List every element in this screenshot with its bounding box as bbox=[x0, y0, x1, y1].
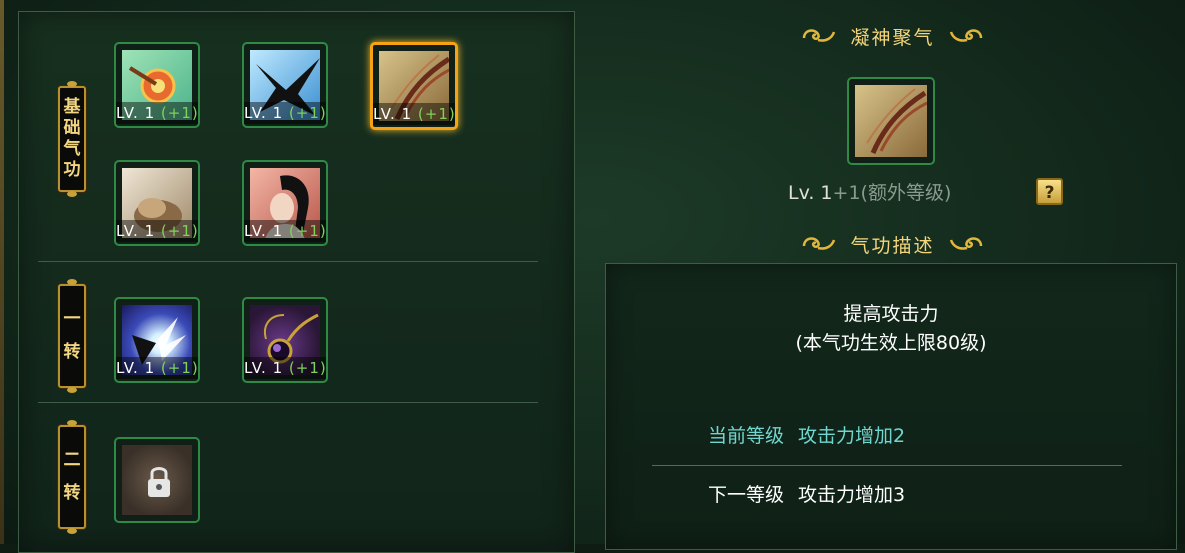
section-label-second-rebirth: 二 转 bbox=[58, 420, 86, 534]
skill-level: LV. 1 (+1) bbox=[116, 220, 199, 242]
skill-level: LV. 1 (+1) bbox=[116, 102, 199, 124]
skill-level: LV. 1 (+1) bbox=[244, 357, 327, 379]
current-level-effect: 当前等级 攻击力增加2 bbox=[708, 425, 906, 447]
skill-level: LV. 1 (+1) bbox=[244, 220, 327, 242]
next-level-effect: 下一等级 攻击力增加3 bbox=[708, 484, 906, 506]
description-title: 气功描述 bbox=[850, 234, 935, 257]
description-panel: 提高攻击力 (本气功生效上限80级) 当前等级 攻击力增加2 下一等级 攻击力增加3 bbox=[605, 263, 1177, 550]
skill-level: LV. 1 (+1) bbox=[244, 102, 327, 124]
section-label-first-rebirth: 一 转 bbox=[58, 279, 86, 393]
skill-window: 基 础 气 功 一 转 二 转 LV. 1 (+1) LV. 1 (+1) LV… bbox=[0, 0, 1185, 553]
skill-slot-locked[interactable] bbox=[114, 437, 200, 523]
skill-slot[interactable]: LV. 1 (+1) bbox=[114, 160, 200, 246]
skill-level: LV. 1 (+1) bbox=[373, 103, 456, 125]
description-header: 气功描述 bbox=[790, 227, 995, 261]
gold-swirl-ornament-icon bbox=[803, 29, 836, 42]
section-label-basic: 基 础 气 功 bbox=[58, 81, 86, 197]
gold-swirl-ornament-icon bbox=[803, 237, 836, 250]
skill-level: LV. 1 (+1) bbox=[116, 357, 199, 379]
skill-title: 凝神聚气 bbox=[850, 26, 935, 49]
description-limit: (本气功生效上限80级) bbox=[795, 332, 987, 354]
help-button[interactable]: ? bbox=[1036, 178, 1063, 205]
skill-slot[interactable]: LV. 1 (+1) bbox=[114, 42, 200, 128]
section-divider bbox=[38, 402, 538, 403]
skill-slot[interactable]: LV. 1 (+1) bbox=[242, 160, 328, 246]
gold-swirl-ornament-icon bbox=[949, 29, 982, 42]
skill-slot[interactable]: LV. 1 (+1) bbox=[114, 297, 200, 383]
description-effect: 提高攻击力 bbox=[843, 303, 939, 325]
selected-skill-icon bbox=[847, 77, 935, 165]
selected-skill-level: Lv. 1+1(额外等级) bbox=[788, 182, 952, 204]
description-divider bbox=[652, 465, 1122, 466]
skill-title-header: 凝神聚气 bbox=[790, 19, 995, 53]
gold-swirl-ornament-icon bbox=[949, 237, 982, 250]
feathered-bow-icon bbox=[855, 85, 927, 157]
skill-slot[interactable]: LV. 1 (+1) bbox=[242, 42, 328, 128]
skill-slot[interactable]: LV. 1 (+1) bbox=[242, 297, 328, 383]
skill-slot-selected[interactable]: LV. 1 (+1) bbox=[370, 42, 458, 130]
section-divider bbox=[38, 261, 538, 262]
lock-icon bbox=[122, 445, 192, 515]
